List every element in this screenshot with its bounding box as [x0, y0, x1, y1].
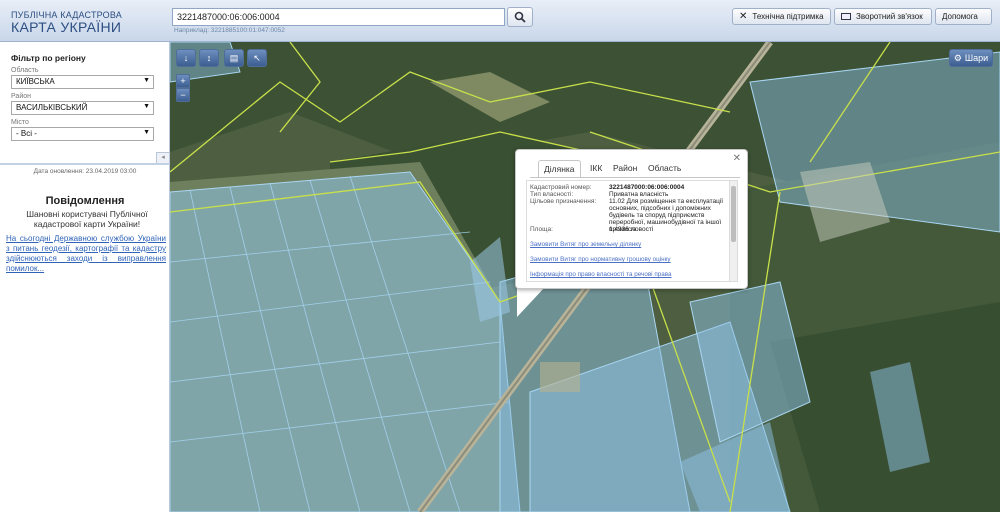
feedback-button[interactable]: Зворотний зв'язок: [834, 8, 932, 25]
printer-icon: ▤: [229, 52, 239, 63]
search-hint: Наприклад: 3221885100:01:047:0052: [174, 27, 285, 34]
order-parcel-extract-link[interactable]: Замовити Витяг про земельну ділянку: [530, 241, 641, 248]
ownership-info-link[interactable]: Інформація про право власності та речові…: [530, 271, 672, 278]
region-label: Область: [11, 67, 39, 74]
area-icon: ↕: [206, 53, 212, 63]
order-valuation-extract-link[interactable]: Замовити Витяг про нормативну грошову оц…: [530, 256, 671, 263]
ruler-icon: ↓: [183, 53, 189, 63]
parcel-info-popup: ✕ Ділянка ІКК Район Область Кадастровий …: [515, 149, 748, 289]
notice-title: Повідомлення: [45, 195, 125, 207]
dropdown-arrow-icon: ▼: [143, 103, 150, 110]
tab-oblast[interactable]: Область: [643, 160, 686, 177]
notice-text: Шановні користувачі Публічної кадастрово…: [26, 209, 148, 229]
tools-icon: ✕: [739, 11, 748, 22]
logo-line2: КАРТА УКРАЇНИ: [11, 19, 122, 35]
info-cursor-button[interactable]: ↖: [247, 49, 267, 67]
parcel-details: Кадастровий номер: 3221487000:06:006:000…: [526, 180, 738, 282]
update-date: Дата оновлення: 23.04.2019 03:00: [33, 168, 137, 175]
app-header: ПУБЛІЧНА КАДАСТРОВА КАРТА УКРАЇНИ Наприк…: [0, 0, 1000, 42]
tab-district[interactable]: Район: [608, 160, 642, 177]
city-select[interactable]: - Всі - ▼: [11, 127, 154, 141]
gear-icon: ⚙: [953, 52, 962, 63]
city-label: Місто: [11, 119, 29, 126]
cursor-help-icon: ↖: [253, 52, 261, 63]
popup-pointer: [517, 287, 545, 317]
search-button[interactable]: [507, 7, 533, 27]
layers-button[interactable]: ⚙ Шари: [949, 49, 993, 67]
tab-ikk[interactable]: ІКК: [585, 160, 607, 177]
dropdown-arrow-icon: ▼: [143, 129, 150, 136]
measure-area-button[interactable]: ↕: [199, 49, 219, 67]
zoom-out-button[interactable]: −: [176, 88, 190, 102]
filter-title: Фільтр по регіону: [11, 53, 86, 63]
search-icon: [514, 11, 526, 23]
divider: [0, 163, 170, 165]
region-select[interactable]: КИЇВСЬКА ▼: [11, 75, 154, 89]
notice-link[interactable]: На сьогодні Державною службою України з …: [6, 234, 166, 274]
print-button[interactable]: ▤: [224, 49, 244, 67]
scrollbar-thumb[interactable]: [731, 186, 736, 242]
help-button[interactable]: Допомога: [935, 8, 992, 25]
dropdown-arrow-icon: ▼: [143, 77, 150, 84]
tab-divider: [530, 177, 740, 178]
envelope-icon: [841, 13, 851, 20]
district-label: Район: [11, 93, 31, 100]
region-filter-sidebar: Фільтр по регіону Область КИЇВСЬКА ▼ Райо…: [0, 42, 170, 512]
popup-scrollbar[interactable]: [729, 181, 737, 281]
tech-support-button[interactable]: ✕ Технічна підтримка: [732, 8, 831, 25]
district-select[interactable]: ВАСИЛЬКІВСЬКИЙ ▼: [11, 101, 154, 115]
close-icon[interactable]: ✕: [733, 153, 741, 164]
zoom-in-button[interactable]: +: [176, 74, 190, 88]
tab-parcel[interactable]: Ділянка: [538, 160, 581, 177]
measure-distance-button[interactable]: ↓: [176, 49, 196, 67]
cadastral-search-input[interactable]: [172, 8, 505, 26]
